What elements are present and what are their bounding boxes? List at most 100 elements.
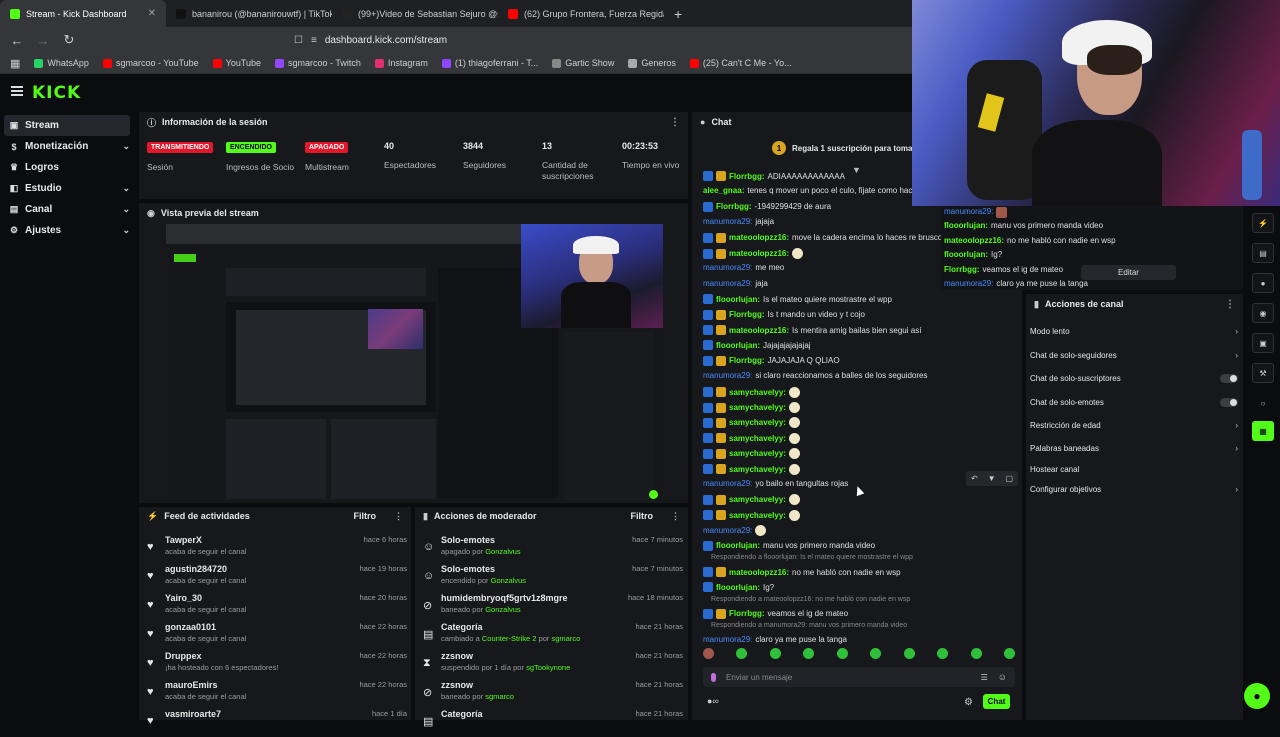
- chat-username[interactable]: Florrbgg:: [729, 609, 765, 618]
- chat-username[interactable]: samychavelyy:: [729, 388, 786, 397]
- chat-message[interactable]: samychavelyy:: [703, 494, 800, 506]
- chat-message[interactable]: mateoolopzz16: Is mentira amig bailas bie…: [703, 325, 921, 335]
- chat-message[interactable]: mateoolopzz16:: [703, 248, 804, 259]
- emote-icon[interactable]: [703, 648, 714, 659]
- chat-tool-icon[interactable]: ●: [1252, 273, 1274, 293]
- chat-message[interactable]: samychavelyy:: [703, 509, 800, 521]
- chat-message[interactable]: manumora29: me meo: [703, 263, 784, 272]
- activity-user[interactable]: gonzaa0101: [165, 622, 216, 632]
- kick-logo[interactable]: KICK: [32, 83, 81, 103]
- emote-icon[interactable]: [736, 648, 748, 659]
- emote-icon[interactable]: [769, 648, 781, 659]
- emote-input-icon[interactable]: [711, 672, 716, 682]
- forward-icon[interactable]: →: [36, 33, 50, 48]
- chat-username[interactable]: alee_gnaa:: [703, 186, 744, 195]
- chat-message[interactable]: flooorlujan: manu vos primero manda video: [703, 540, 875, 551]
- chat-username[interactable]: manumora29:: [703, 635, 752, 644]
- more-options-icon[interactable]: ⋮: [671, 511, 680, 522]
- list-item[interactable]: ▤ Categoría cambiado a Counter-Strike 2 po…: [423, 622, 683, 650]
- more-options-icon[interactable]: ⋮: [1225, 299, 1235, 310]
- list-item[interactable]: ♥ gonzaa0101 acaba de seguir el canal hace …: [147, 622, 407, 650]
- add-tool-icon[interactable]: ▦: [1252, 421, 1274, 441]
- send-chat-button[interactable]: Chat: [983, 694, 1010, 709]
- bolt-tool-icon[interactable]: ⚡: [1252, 213, 1274, 233]
- list-item[interactable]: ▤ Categoría hace 21 horas: [423, 709, 683, 737]
- chat-username[interactable]: manumora29:: [944, 207, 993, 218]
- menu-icon[interactable]: [11, 86, 23, 98]
- bookmark-item[interactable]: sgmarcoo - YouTube: [102, 58, 199, 68]
- new-tab-icon[interactable]: +: [664, 6, 692, 22]
- list-item[interactable]: ⊘ zzsnow baneado por sgmarco hace 21 horas: [423, 680, 683, 708]
- chat-username[interactable]: Florrbgg:: [729, 356, 765, 365]
- chat-username[interactable]: samychavelyy:: [729, 434, 786, 443]
- chat-message[interactable]: flooorlujan: Ig?: [944, 250, 1002, 259]
- chat-message[interactable]: manumora29: claro ya me puse la tanga: [944, 279, 1088, 288]
- chat-message[interactable]: flooorlujan: Is el mateo quiere mostrastr…: [703, 294, 892, 305]
- list-item[interactable]: ♥ vasmiroarte7 hace 1 día: [147, 709, 407, 737]
- chat-username[interactable]: manumora29:: [703, 371, 752, 380]
- channel-action-item[interactable]: Chat de solo-seguidores ›: [1030, 350, 1238, 361]
- chat-message[interactable]: mateoolopzz16: no me habló con nadie en w…: [703, 567, 901, 577]
- chat-username[interactable]: Florrbgg:: [944, 265, 980, 274]
- gift-sub-banner[interactable]: 1 Regala 1 suscripción para tomar la p: [772, 141, 932, 155]
- chat-message[interactable]: manumora29: si claro reaccionamos a balle…: [703, 371, 927, 380]
- browser-tab[interactable]: (62) Grupo Frontera, Fuerza Regida: [498, 0, 664, 27]
- translate-icon[interactable]: ☰: [981, 673, 988, 682]
- bookmark-item[interactable]: YouTube: [212, 58, 261, 68]
- list-item[interactable]: ♥ Druppex ¡ha hosteado con 6 espectadores!…: [147, 651, 407, 679]
- chat-message[interactable]: mateoolopzz16: move la cadera encima lo h…: [703, 232, 942, 243]
- note-tool-icon[interactable]: ▤: [1252, 243, 1274, 263]
- channel-action-item[interactable]: Chat de solo-suscriptores: [1030, 373, 1238, 384]
- bookmark-item[interactable]: Instagram: [374, 58, 428, 68]
- chat-message[interactable]: alee_gnaa: tenes q mover un poco el culo,…: [703, 186, 935, 195]
- activity-user[interactable]: mauroEmirs: [165, 680, 218, 690]
- chat-message[interactable]: manumora29: jaja: [703, 279, 768, 288]
- bookmark-item[interactable]: Gartic Show: [552, 58, 614, 68]
- chat-username[interactable]: samychavelyy:: [729, 465, 786, 474]
- stream-preview-video[interactable]: [166, 224, 663, 503]
- feed-filter-button[interactable]: Filtro: [354, 511, 377, 521]
- emoji-icon[interactable]: ☺: [998, 672, 1007, 682]
- chat-username[interactable]: manumora29:: [703, 526, 752, 535]
- more-options-icon[interactable]: ⋮: [394, 511, 403, 522]
- close-tab-icon[interactable]: ✕: [148, 8, 156, 19]
- points-icon[interactable]: ●∞: [707, 696, 719, 706]
- list-item[interactable]: ⧗ zzsnow suspendido por 1 día por sgTookyn…: [423, 651, 683, 679]
- emote-icon[interactable]: [903, 648, 915, 659]
- chat-username[interactable]: flooorlujan:: [716, 341, 760, 350]
- chat-message[interactable]: Florrbgg: veamos el ig de mateo: [944, 265, 1063, 274]
- activity-user[interactable]: vasmiroarte7: [165, 709, 221, 719]
- chat-username[interactable]: samychavelyy:: [729, 403, 786, 412]
- chat-input[interactable]: Enviar un mensaje ☰ ☺: [703, 667, 1015, 687]
- chat-username[interactable]: Florrbgg:: [729, 310, 765, 319]
- emote-icon[interactable]: [937, 648, 949, 659]
- activity-user[interactable]: agustin284720: [165, 564, 227, 574]
- chat-message[interactable]: manumora29: claro ya me puse la tanga: [703, 635, 847, 644]
- chat-username[interactable]: Florrbgg:: [716, 202, 752, 211]
- browser-tab[interactable]: (99+)Video de Sebastian Sejuro @s: [332, 0, 498, 27]
- channel-action-item[interactable]: Hostear canal: [1030, 464, 1238, 475]
- chat-message[interactable]: flooorlujan: Jajajajajajajaj: [703, 340, 811, 351]
- chat-message[interactable]: samychavelyy:: [703, 448, 800, 460]
- sidebar-item-canal[interactable]: ▤ Canal ⌄: [4, 199, 130, 220]
- list-item[interactable]: ♥ mauroEmirs acaba de seguir el canal hace …: [147, 680, 407, 708]
- list-item[interactable]: ♥ agustin284720 acaba de seguir el canal ha…: [147, 564, 407, 592]
- chat-message[interactable]: mateoolopzz16: no me habló con nadie en w…: [944, 236, 1116, 245]
- share-tool-icon[interactable]: ○: [1252, 393, 1274, 413]
- chat-username[interactable]: samychavelyy:: [729, 511, 786, 520]
- list-item[interactable]: ⊘ humidembryoqf5grtv1z8mgre baneado por Go…: [423, 593, 683, 621]
- help-chat-bubble-icon[interactable]: ●: [1244, 683, 1270, 709]
- browser-tab[interactable]: bananirou (@bananirouwtf) | TikTok: [166, 0, 332, 27]
- chat-username[interactable]: mateoolopzz16:: [944, 236, 1004, 245]
- chat-username[interactable]: flooorlujan:: [944, 221, 988, 230]
- url-field[interactable]: ☐ ≡ dashboard.kick.com/stream: [294, 35, 447, 46]
- reply-icon[interactable]: ↶: [971, 474, 978, 483]
- bookmark-item[interactable]: (25) Can't C Me - Yo...: [689, 58, 792, 68]
- chat-message[interactable]: samychavelyy:: [703, 463, 800, 475]
- channel-action-item[interactable]: Palabras baneadas ›: [1030, 443, 1238, 454]
- settings-gear-icon[interactable]: ⚙: [964, 697, 973, 708]
- chat-message[interactable]: manumora29: yo bailo en tangultas rojas: [703, 479, 848, 488]
- chat-username[interactable]: samychavelyy:: [729, 418, 786, 427]
- edit-button[interactable]: Editar: [1081, 265, 1176, 280]
- chat-username[interactable]: flooorlujan:: [716, 541, 760, 550]
